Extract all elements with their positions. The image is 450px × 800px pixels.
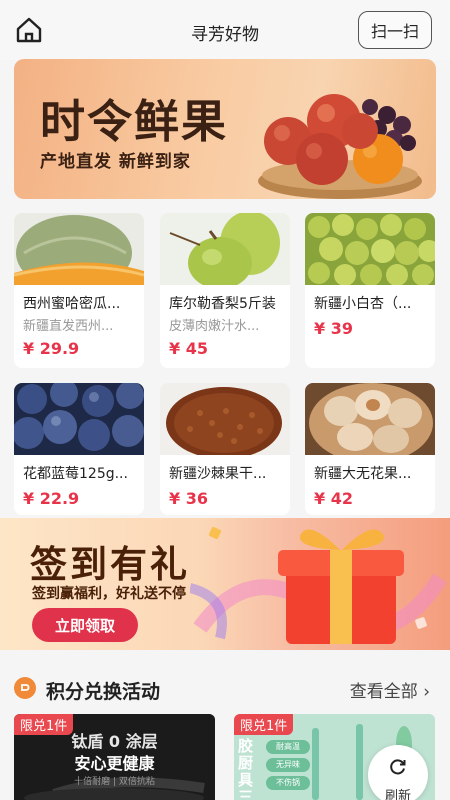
points-icon <box>14 677 36 699</box>
product-card[interactable]: 新疆沙棘果干... ¥ 36 <box>160 383 290 515</box>
scan-button[interactable]: 扫一扫 <box>358 11 432 49</box>
feature-badge: 无异味 <box>266 758 310 772</box>
points-section-header: 积分兑换活动 查看全部 › <box>0 660 450 716</box>
product-price: ¥ 29.9 <box>23 339 80 358</box>
product-desc: 新疆直发西州... <box>23 319 114 334</box>
blueberry-image <box>14 383 144 455</box>
product-name: 西州蜜哈密瓜... <box>23 296 121 312</box>
apricot-image <box>305 213 435 285</box>
product-price: ¥ 39 <box>314 319 353 338</box>
feature-badge: 不伤锅 <box>266 776 310 790</box>
product-card[interactable]: 新疆小白杏（... ¥ 39 <box>305 213 435 368</box>
product-card[interactable]: 新疆大无花果... ¥ 42 <box>305 383 435 515</box>
fruit-basket-image <box>258 94 422 199</box>
refresh-icon <box>390 759 406 775</box>
promo-line-3: 十倍耐磨 | 双倍抗粘 <box>74 777 155 787</box>
melon-image <box>14 213 144 285</box>
sign-in-banner[interactable]: 签到有礼 签到赢福利，好礼送不停 立即领取 <box>0 518 450 650</box>
product-name: 新疆小白杏（... <box>314 296 412 312</box>
refresh-label: 刷新 <box>384 789 411 800</box>
pear-image <box>160 213 290 285</box>
product-card[interactable]: 花都蓝莓125g... ¥ 22.9 <box>14 383 144 515</box>
sea-buckthorn-image <box>160 383 290 455</box>
product-name: 库尔勒香梨5斤装 <box>169 296 276 312</box>
product-card[interactable]: 西州蜜哈密瓜... 新疆直发西州... ¥ 29.9 <box>14 213 144 368</box>
limit-tag: 限兑1件 <box>14 714 74 735</box>
product-card[interactable]: 库尔勒香梨5斤装 皮薄肉嫩汁水... ¥ 45 <box>160 213 290 368</box>
banner-subtitle: 产地直发 新鲜到家 <box>40 152 191 172</box>
product-price: ¥ 22.9 <box>23 489 80 508</box>
product-name: 新疆沙棘果干... <box>169 466 267 482</box>
fig-image <box>305 383 435 455</box>
promo-card[interactable]: 钛盾 0 涂层 安心更健康 十倍耐磨 | 双倍抗粘 限兑1件 <box>14 714 215 800</box>
product-name: 新疆大无花果... <box>314 466 412 482</box>
product-price: ¥ 42 <box>314 489 353 508</box>
product-desc: 皮薄肉嫩汁水... <box>169 319 260 334</box>
product-name: 花都蓝莓125g... <box>23 466 128 482</box>
see-all-link[interactable]: 查看全部 › <box>350 677 430 702</box>
promo-vertical-text: 胶厨具三 <box>238 737 254 800</box>
banner-title: 时令鲜果 <box>40 95 229 148</box>
product-price: ¥ 36 <box>169 489 208 508</box>
refresh-button[interactable]: 刷新 <box>368 745 428 800</box>
claim-now-button[interactable]: 立即领取 <box>32 608 138 642</box>
section-title: 积分兑换活动 <box>46 681 161 703</box>
sign-in-title: 签到有礼 <box>30 543 190 586</box>
promo-line-2: 安心更健康 <box>74 754 155 773</box>
limit-tag: 限兑1件 <box>234 714 294 735</box>
product-price: ¥ 45 <box>169 339 208 358</box>
gift-box-icon <box>190 527 447 644</box>
sign-in-subtitle: 签到赢福利，好礼送不停 <box>32 586 186 602</box>
top-bar: 寻芳好物 扫一扫 <box>0 0 450 60</box>
seasonal-fruit-banner[interactable]: 时令鲜果 产地直发 新鲜到家 <box>14 59 436 199</box>
feature-badge: 耐高温 <box>266 740 310 754</box>
